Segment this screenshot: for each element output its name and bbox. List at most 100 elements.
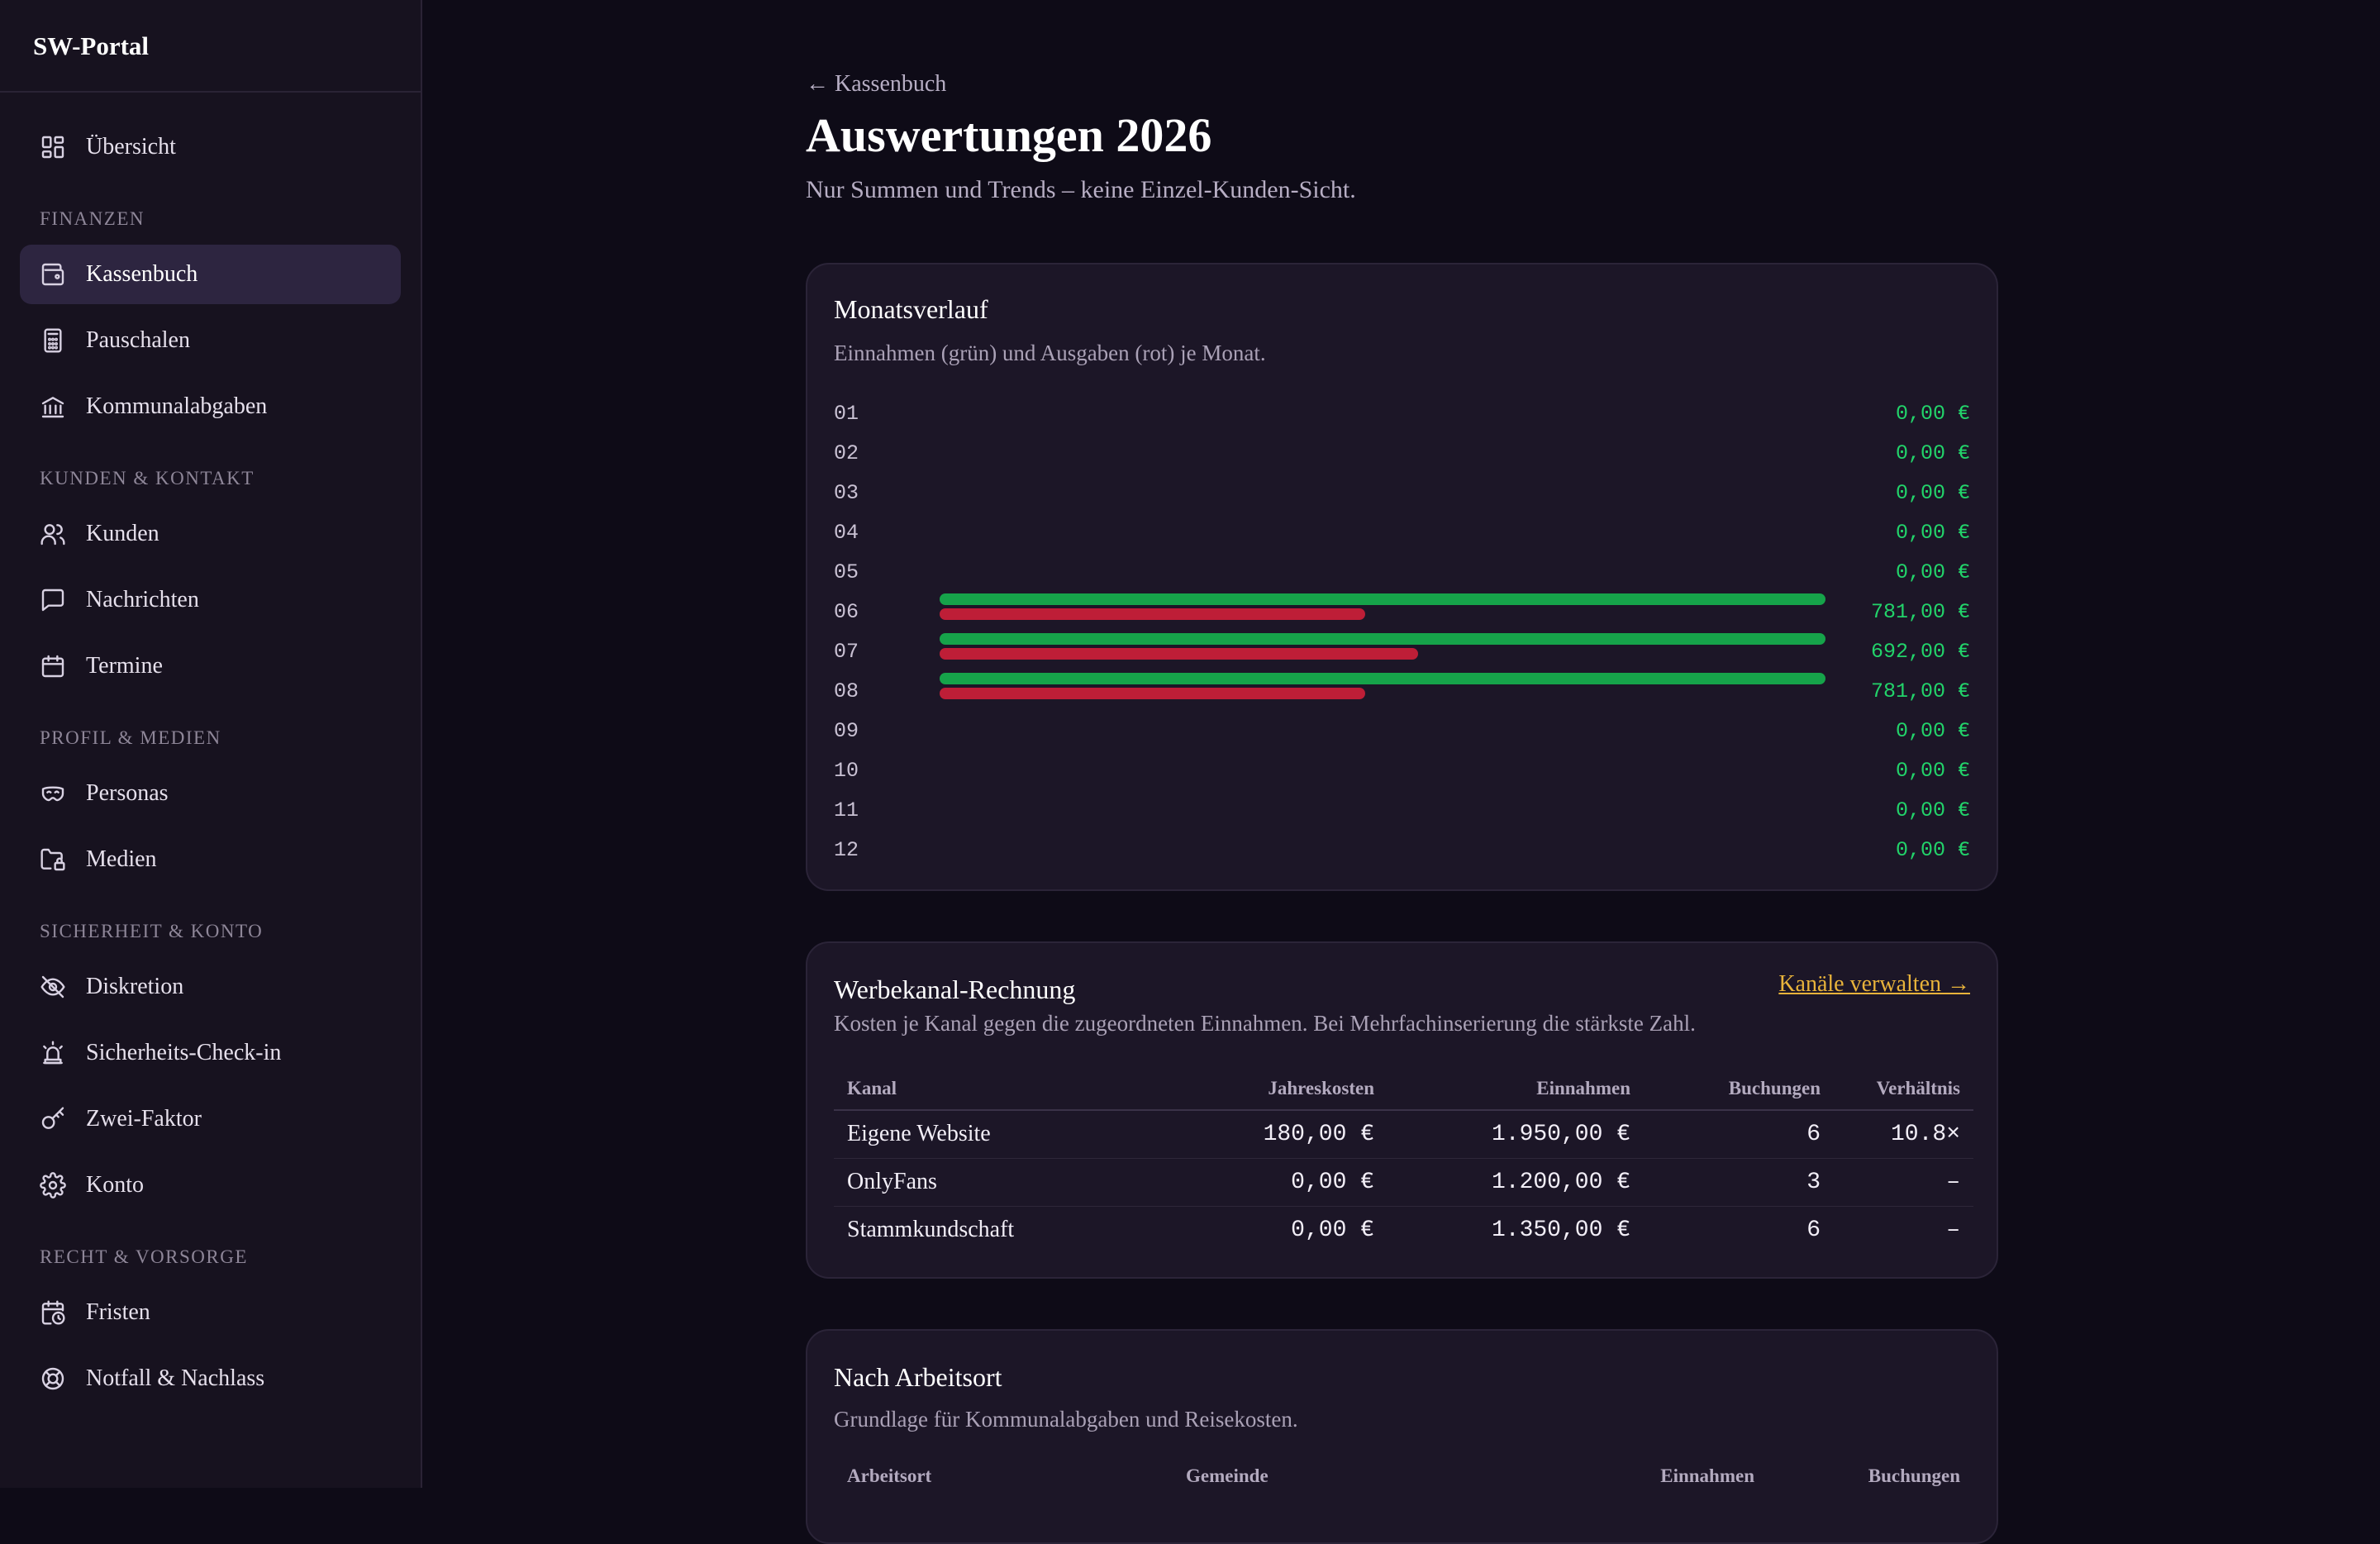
- month-label: 08: [834, 679, 859, 703]
- month-row: 07 692,00 €: [834, 631, 1970, 671]
- col-gemeinde[interactable]: Gemeinde: [1173, 1455, 1520, 1498]
- sidebar-item-label: Konto: [86, 1172, 144, 1198]
- col-buchungen[interactable]: Buchungen: [1644, 1067, 1834, 1111]
- wallet-icon: [40, 261, 66, 288]
- sidebar-item-label: Zwei-Faktor: [86, 1106, 202, 1132]
- sidebar-item-konto[interactable]: Konto: [20, 1156, 401, 1215]
- col-einnahmen[interactable]: Einnahmen: [1520, 1455, 1768, 1498]
- sidebar-item-sicherheits-check-in[interactable]: Sicherheits-Check-in: [20, 1023, 401, 1083]
- month-label: 06: [834, 600, 859, 624]
- month-label: 02: [834, 441, 859, 465]
- sidebar-nav: Übersicht FINANZEN Kassenbuch Pauschalen Kom…: [0, 93, 421, 1408]
- month-value: 0,00 €: [1895, 838, 1970, 862]
- table-cell: 6: [1806, 1217, 1821, 1243]
- col-verhaeltnis[interactable]: Verhältnis: [1834, 1067, 1973, 1111]
- month-label: 12: [834, 838, 859, 862]
- table-cell: 0,00 €: [1291, 1217, 1374, 1243]
- page-subtitle: Nur Summen und Trends – keine Einzel-Kun…: [806, 176, 1356, 203]
- workplace-table: Arbeitsort Gemeinde Einnahmen Buchungen: [834, 1455, 1973, 1498]
- calendar-clock-icon: [40, 1299, 66, 1326]
- channels-description: Kosten je Kanal gegen die zugeordneten E…: [834, 1011, 1696, 1036]
- table-cell: 6: [1644, 1110, 1834, 1159]
- workplace-card: Nach Arbeitsort Grundlage für Kommunalab…: [806, 1329, 1998, 1544]
- month-label: 07: [834, 640, 859, 664]
- col-kanal[interactable]: Kanal: [834, 1067, 1131, 1111]
- sidebar-item-personas[interactable]: Personas: [20, 764, 401, 823]
- month-row: 12 0,00 €: [834, 830, 1970, 870]
- sidebar-item-medien[interactable]: Medien: [20, 830, 401, 889]
- sidebar-item-zwei-faktor[interactable]: Zwei-Faktor: [20, 1089, 401, 1149]
- sidebar-item-pauschalen[interactable]: Pauschalen: [20, 311, 401, 370]
- table-cell: 10.8×: [1834, 1110, 1973, 1159]
- channels-table: Kanal Jahreskosten Einnahmen Buchungen V…: [834, 1067, 1973, 1254]
- month-row: 11 0,00 €: [834, 790, 1970, 830]
- page-title: Auswertungen 2026: [806, 108, 1212, 162]
- message-icon: [40, 587, 66, 613]
- sidebar-item-diskretion[interactable]: Diskretion: [20, 957, 401, 1017]
- sidebar-item-label: Sicherheits-Check-in: [86, 1040, 282, 1065]
- month-row: 09 0,00 €: [834, 711, 1970, 751]
- col-arbeitsort[interactable]: Arbeitsort: [834, 1455, 1173, 1498]
- table-row[interactable]: Stammkundschaft 0,00 € 1.350,00 € 6 –: [834, 1206, 1973, 1254]
- table-row[interactable]: Eigene Website 180,00 €1.950,00 €6 10.8×: [834, 1110, 1973, 1159]
- table-cell: 180,00 €: [1131, 1110, 1388, 1159]
- table-cell: –: [1946, 1217, 1960, 1243]
- month-label: 10: [834, 759, 859, 783]
- sidebar-item-label: Notfall & Nachlass: [86, 1365, 265, 1391]
- month-value: 0,00 €: [1895, 798, 1970, 822]
- month-value: 0,00 €: [1895, 521, 1970, 545]
- sidebar-item-notfall-nachlass[interactable]: Notfall & Nachlass: [20, 1349, 401, 1408]
- sidebar-item-label: Kassenbuch: [86, 261, 198, 287]
- table-row[interactable]: OnlyFans 0,00 €1.200,00 €3–: [834, 1158, 1973, 1207]
- lifebuoy-icon: [40, 1365, 66, 1392]
- month-row: 01 0,00 €: [834, 393, 1970, 433]
- calendar-icon: [40, 653, 66, 679]
- col-einnahmen[interactable]: Einnahmen: [1388, 1067, 1644, 1111]
- dashboard-icon: [40, 134, 66, 160]
- month-row: 06 781,00 €: [834, 592, 1970, 631]
- channels-card: Werbekanal-Rechnung Kanäle verwalten → K…: [806, 941, 1998, 1279]
- workplace-title: Nach Arbeitsort: [834, 1362, 1002, 1392]
- sidebar-item-label: Fristen: [86, 1299, 150, 1325]
- month-value: 0,00 €: [1895, 759, 1970, 783]
- col-jahreskosten[interactable]: Jahreskosten: [1131, 1067, 1388, 1111]
- sidebar-item-nachrichten[interactable]: Nachrichten: [20, 570, 401, 630]
- month-row: 10 0,00 €: [834, 751, 1970, 790]
- monthly-title: Monatsverlauf: [834, 294, 988, 324]
- siren-icon: [40, 1040, 66, 1066]
- calculator-icon: [40, 327, 66, 354]
- back-link[interactable]: ← Kassenbuch: [806, 71, 946, 98]
- expense-bar: [940, 648, 1418, 660]
- sidebar-item-label: Medien: [86, 846, 157, 872]
- month-value: 0,00 €: [1895, 560, 1970, 584]
- sidebar-item-kunden[interactable]: Kunden: [20, 504, 401, 564]
- month-value: 781,00 €: [1870, 679, 1970, 703]
- sidebar-section-finanzen: FINANZEN: [40, 208, 145, 229]
- bank-icon: [40, 393, 66, 420]
- income-bar: [940, 593, 1825, 605]
- manage-channels-link[interactable]: Kanäle verwalten →: [1778, 971, 1970, 998]
- sidebar-item-fristen[interactable]: Fristen: [20, 1283, 401, 1342]
- sidebar-item-kommunalabgaben[interactable]: Kommunalabgaben: [20, 377, 401, 436]
- channels-title: Werbekanal-Rechnung: [834, 975, 1076, 1004]
- sidebar-item-kassenbuch[interactable]: Kassenbuch: [20, 245, 401, 304]
- gear-icon: [40, 1172, 66, 1199]
- month-row: 04 0,00 €: [834, 512, 1970, 552]
- folder-lock-icon: [40, 846, 66, 873]
- month-label: 01: [834, 402, 859, 426]
- table-cell: 1.200,00 €: [1388, 1158, 1644, 1207]
- table-cell: 0,00 €: [1131, 1158, 1388, 1207]
- sidebar-item-termine[interactable]: Termine: [20, 636, 401, 696]
- month-label: 09: [834, 719, 859, 743]
- month-value: 0,00 €: [1895, 719, 1970, 743]
- col-buchungen[interactable]: Buchungen: [1768, 1455, 1973, 1498]
- sidebar-item-label: Pauschalen: [86, 327, 190, 353]
- month-value: 0,00 €: [1895, 481, 1970, 505]
- sidebar-item-uebersicht[interactable]: Übersicht: [20, 117, 401, 177]
- month-value: 781,00 €: [1870, 600, 1970, 624]
- brand-logo[interactable]: SW-Portal: [0, 0, 421, 93]
- eye-off-icon: [40, 974, 66, 1000]
- mask-icon: [40, 780, 66, 807]
- users-icon: [40, 521, 66, 547]
- month-value: 0,00 €: [1895, 441, 1970, 465]
